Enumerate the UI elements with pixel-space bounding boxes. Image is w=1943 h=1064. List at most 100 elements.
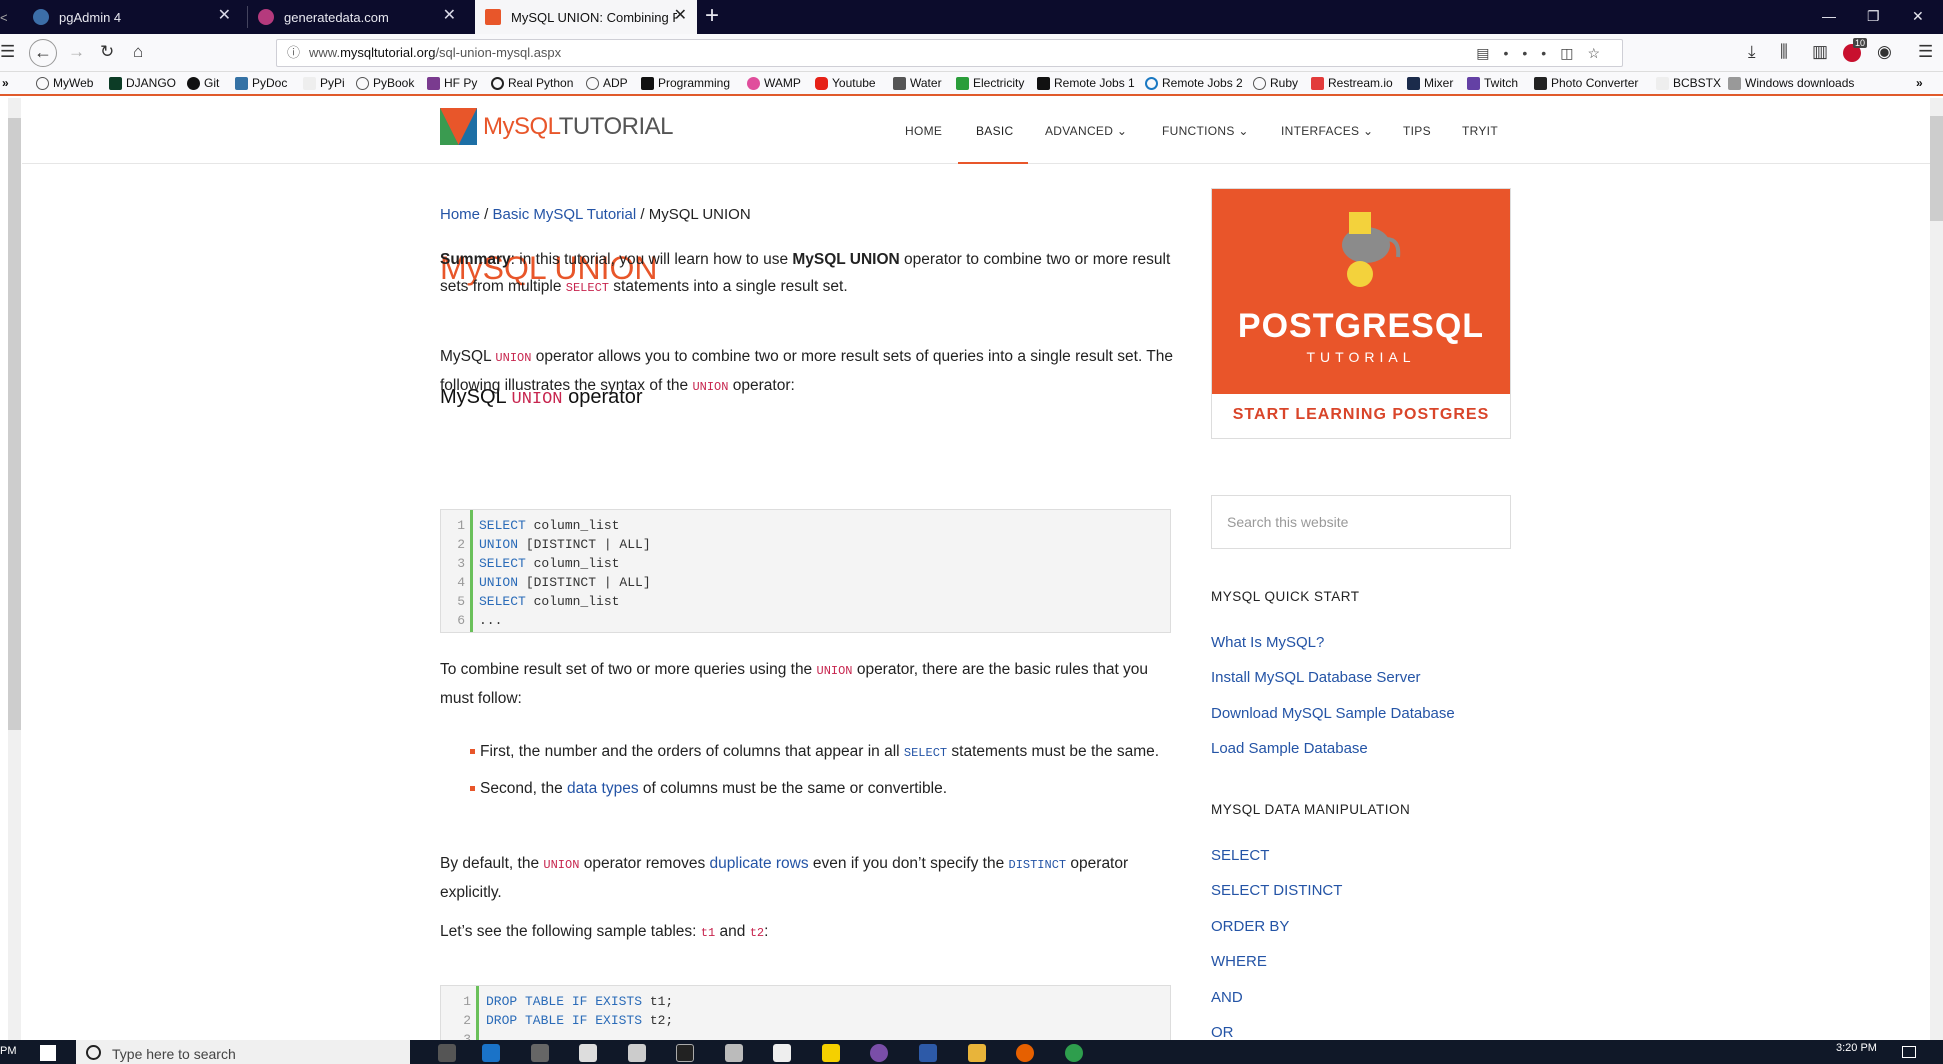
menu-interfaces[interactable]: INTERFACES ⌄ bbox=[1281, 124, 1373, 138]
postgresql-ad-banner[interactable]: POSTGRESQL TUTORIAL START LEARNING POSTG… bbox=[1211, 188, 1511, 439]
search-input[interactable]: Search this website bbox=[1211, 495, 1511, 549]
home-icon[interactable]: ⌂ bbox=[133, 42, 143, 62]
firefox-icon[interactable] bbox=[1016, 1044, 1034, 1062]
close-tab-icon[interactable]: ✕ bbox=[218, 8, 231, 24]
close-window-icon[interactable]: ✕ bbox=[1912, 8, 1924, 25]
sidebar-link[interactable]: Download MySQL Sample Database bbox=[1211, 705, 1455, 722]
file-explorer-icon[interactable] bbox=[968, 1044, 986, 1062]
menu-functions[interactable]: FUNCTIONS ⌄ bbox=[1162, 124, 1249, 138]
new-tab-icon[interactable]: + bbox=[705, 4, 719, 28]
powershell-icon[interactable] bbox=[919, 1044, 937, 1062]
bookmark-windows-downloads[interactable]: Windows downloads bbox=[1728, 76, 1854, 90]
app-menu-icon[interactable]: ☰ bbox=[1918, 42, 1933, 62]
pocket-icon[interactable]: ◫ bbox=[1560, 45, 1587, 61]
minimize-icon[interactable]: — bbox=[1822, 8, 1836, 24]
bookmark-django[interactable]: DJANGO bbox=[109, 76, 176, 90]
bookmark-photo-converter[interactable]: Photo Converter bbox=[1534, 76, 1638, 90]
sidebar-link[interactable]: AND bbox=[1211, 989, 1243, 1006]
breadcrumb-section[interactable]: Basic MySQL Tutorial bbox=[493, 206, 637, 223]
bookmark-adp[interactable]: ADP bbox=[586, 76, 628, 90]
app-icon[interactable] bbox=[870, 1044, 888, 1062]
sidebar-link[interactable]: SELECT DISTINCT bbox=[1211, 882, 1342, 899]
bookmark-myweb[interactable]: MyWeb bbox=[36, 76, 93, 90]
bookmarks-overflow-icon[interactable]: » bbox=[1916, 76, 1923, 90]
bookmark-youtube[interactable]: Youtube bbox=[815, 76, 876, 90]
breadcrumb-home[interactable]: Home bbox=[440, 206, 480, 223]
bookmark-bcbstx[interactable]: BCBSTX bbox=[1656, 76, 1721, 90]
close-tab-icon[interactable]: ✕ bbox=[674, 8, 687, 24]
bookmark-hf-py[interactable]: HF Py bbox=[427, 76, 477, 90]
page-actions-icon[interactable]: ••• bbox=[1503, 45, 1560, 61]
reader-view-icon[interactable]: ▤ bbox=[1476, 45, 1503, 61]
forward-icon[interactable]: → bbox=[68, 42, 85, 62]
bookmark-remote-jobs-2[interactable]: Remote Jobs 2 bbox=[1145, 76, 1243, 90]
bookmark-twitch[interactable]: Twitch bbox=[1467, 76, 1518, 90]
reload-icon[interactable]: ↻ bbox=[100, 42, 114, 62]
left-scrollbar[interactable] bbox=[8, 98, 21, 1040]
duplicate-rows-link[interactable]: duplicate rows bbox=[710, 855, 809, 872]
bookmarks-overflow-left-icon[interactable]: » bbox=[2, 76, 9, 90]
menu-advanced[interactable]: ADVANCED ⌄ bbox=[1045, 124, 1127, 138]
bookmark-water[interactable]: Water bbox=[893, 76, 942, 90]
notifications-icon[interactable] bbox=[1902, 1046, 1916, 1058]
tab-generatedata[interactable]: generatedata.com ✕ bbox=[258, 0, 466, 34]
bookmark-electricity[interactable]: Electricity bbox=[956, 76, 1024, 90]
restore-icon[interactable]: ❐ bbox=[1867, 8, 1880, 25]
account-icon[interactable]: ◉ bbox=[1877, 42, 1892, 62]
menu-tryit[interactable]: TRYIT bbox=[1462, 124, 1498, 138]
close-tab-icon[interactable]: ✕ bbox=[443, 8, 456, 24]
sidebar-link[interactable]: Install MySQL Database Server bbox=[1211, 669, 1421, 686]
info-icon[interactable]: ⓘ bbox=[287, 40, 300, 66]
bookmark-pypi[interactable]: PyPi bbox=[303, 76, 345, 90]
chrome-icon[interactable] bbox=[1065, 1044, 1083, 1062]
sidebar-link[interactable]: SELECT bbox=[1211, 847, 1269, 864]
data-manipulation-heading: MYSQL DATA MANIPULATION bbox=[1211, 802, 1411, 817]
bookmark-pybook[interactable]: PyBook bbox=[356, 76, 414, 90]
sidebar-link[interactable]: OR bbox=[1211, 1024, 1234, 1040]
site-logo[interactable]: MySQLTUTORIAL bbox=[440, 108, 673, 145]
bookmark-mixer[interactable]: Mixer bbox=[1407, 76, 1453, 90]
bookmark-ruby[interactable]: Ruby bbox=[1253, 76, 1298, 90]
windows-start-icon[interactable] bbox=[40, 1045, 56, 1061]
data-types-link[interactable]: data types bbox=[567, 780, 639, 797]
settings-icon[interactable] bbox=[773, 1044, 791, 1062]
sidebar-link[interactable]: What Is MySQL? bbox=[1211, 634, 1324, 651]
tab-pgadmin[interactable]: pgAdmin 4 ✕ bbox=[33, 0, 241, 34]
sticky-notes-icon[interactable] bbox=[822, 1044, 840, 1062]
bookmark-wamp[interactable]: WAMP bbox=[747, 76, 801, 90]
terminal-icon[interactable] bbox=[676, 1044, 694, 1062]
bookmark-star-icon[interactable]: ☆ bbox=[1587, 45, 1614, 61]
file-icon[interactable] bbox=[579, 1044, 597, 1062]
store-icon[interactable] bbox=[531, 1044, 549, 1062]
tab-mysql-union[interactable]: MySQL UNION: Combining Re ✕ bbox=[475, 0, 697, 34]
search-icon bbox=[86, 1045, 101, 1060]
tab-scroll-left[interactable]: < bbox=[0, 0, 8, 34]
mail-icon[interactable] bbox=[628, 1044, 646, 1062]
library-icon[interactable]: ⫼ bbox=[1780, 42, 1788, 62]
downloads-icon[interactable]: ⤓ bbox=[1748, 42, 1756, 62]
menu-icon[interactable]: ☰ bbox=[0, 42, 15, 62]
sidebar-icon[interactable]: ▥ bbox=[1812, 42, 1828, 62]
sidebar-link[interactable]: WHERE bbox=[1211, 953, 1267, 970]
bookmark-pydoc[interactable]: PyDoc bbox=[235, 76, 287, 90]
menu-tips[interactable]: TIPS bbox=[1403, 124, 1431, 138]
breadcrumb-current: MySQL UNION bbox=[648, 206, 751, 223]
taskbar-clock[interactable]: 3:20 PM bbox=[1836, 1042, 1877, 1054]
bookmark-restream[interactable]: Restream.io bbox=[1311, 76, 1393, 90]
menu-basic[interactable]: BASIC bbox=[976, 124, 1014, 138]
sidebar-link[interactable]: Load Sample Database bbox=[1211, 740, 1368, 757]
bookmark-real-python[interactable]: Real Python bbox=[491, 76, 573, 90]
back-icon[interactable]: ← bbox=[29, 39, 57, 67]
bookmark-git[interactable]: Git bbox=[187, 76, 219, 90]
task-view-icon[interactable] bbox=[438, 1044, 456, 1062]
edge-icon[interactable] bbox=[482, 1044, 500, 1062]
page-scrollbar[interactable] bbox=[1930, 98, 1943, 1040]
calculator-icon[interactable] bbox=[725, 1044, 743, 1062]
bookmark-programming[interactable]: Programming bbox=[641, 76, 730, 90]
sidebar-link[interactable]: ORDER BY bbox=[1211, 918, 1289, 935]
taskbar-search[interactable]: Type here to search bbox=[76, 1040, 410, 1064]
menu-home[interactable]: HOME bbox=[905, 124, 942, 138]
url-bar[interactable]: ⓘ www.mysqltutorial.org/sql-union-mysql.… bbox=[276, 39, 1623, 67]
start-learning-postgres-link[interactable]: START LEARNING POSTGRES bbox=[1212, 406, 1510, 424]
bookmark-remote-jobs-1[interactable]: Remote Jobs 1 bbox=[1037, 76, 1135, 90]
